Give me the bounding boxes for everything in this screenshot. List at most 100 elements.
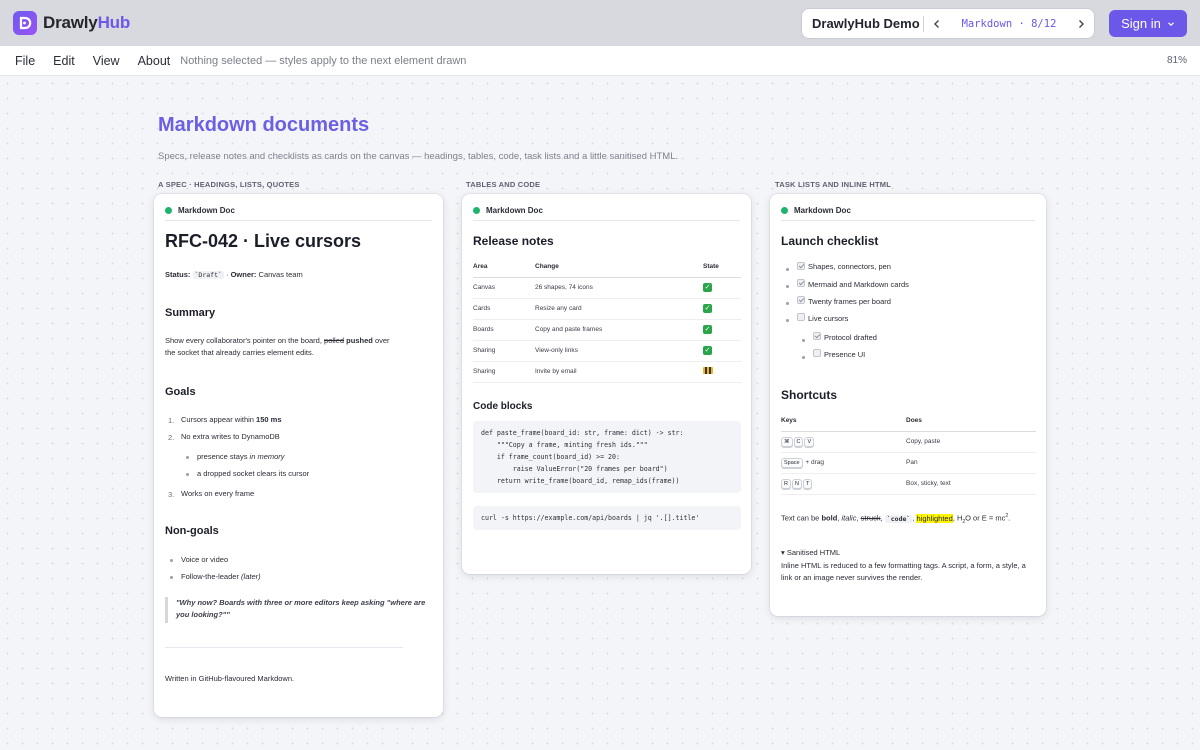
cell-area: Boards <box>473 319 535 341</box>
bullet-icon <box>186 456 189 459</box>
column-header: Area <box>473 257 535 278</box>
shortcuts-heading: Shortcuts <box>781 388 838 402</box>
bullet-icon <box>786 268 789 271</box>
cell-keys: ⌘ C V <box>781 431 906 453</box>
key-cap: V <box>804 436 815 447</box>
page-subtitle: Specs, release notes and checklists as c… <box>158 151 679 162</box>
details-summary[interactable]: ▾ Sanitised HTML <box>781 547 840 559</box>
bullet-icon <box>786 319 789 322</box>
prev-demo-button[interactable] <box>924 11 950 37</box>
goal-item-3: Works on every frame <box>181 489 255 498</box>
markdown-card-release[interactable]: Markdown Doc Release notes Area Change S… <box>462 194 751 574</box>
subtask-checkbox[interactable] <box>813 349 821 357</box>
nongoal-item-1: Voice or video <box>181 555 229 564</box>
cell-area: Canvas <box>473 277 535 299</box>
task-checkbox[interactable] <box>797 262 805 270</box>
cell-state <box>703 361 741 383</box>
code-heading: Code blocks <box>473 401 533 412</box>
details-body: Inline HTML is reduced to a few formatti… <box>781 561 1026 582</box>
status-dot-icon <box>165 207 172 214</box>
list-number: 3. <box>168 490 175 499</box>
goal-subitem-2: a dropped socket clears its cursor <box>197 469 310 478</box>
doc-title: RFC-042 · Live cursors <box>165 231 362 251</box>
table-row: ⌘ C V Copy, paste <box>781 431 1036 453</box>
summary-heading: Summary <box>165 307 216 319</box>
blockquote: "Why now? Boards with three or more edit… <box>176 598 426 619</box>
card-header: Markdown Doc <box>473 201 740 221</box>
card-header: Markdown Doc <box>165 201 432 221</box>
task-checkbox[interactable] <box>797 313 805 321</box>
cell-change: Invite by email <box>535 361 703 383</box>
check-icon: ✓ <box>703 304 712 313</box>
key-cap: ⌘ <box>781 436 793 447</box>
disclosure-triangle-icon: ▾ <box>781 548 785 557</box>
cell-state: ✓ <box>703 340 741 362</box>
key-suffix: + drag <box>805 458 825 466</box>
cell-change: Resize any card <box>535 298 703 320</box>
check-icon: ✓ <box>703 346 712 355</box>
nongoal-item-2: Follow-the-leader (later) <box>181 572 261 581</box>
cell-does: Copy, paste <box>906 431 1036 453</box>
bullet-icon <box>786 302 789 305</box>
card-label: Markdown Doc <box>486 206 543 215</box>
menu-about[interactable]: About <box>138 54 171 68</box>
key-cap: N <box>791 478 802 489</box>
zoom-level[interactable]: 81% <box>1167 55 1187 66</box>
task-checkbox[interactable] <box>797 279 805 287</box>
checklist-title: Launch checklist <box>781 234 879 248</box>
cell-area: Cards <box>473 298 535 320</box>
doc-footer: Written in GitHub-flavoured Markdown. <box>165 674 295 683</box>
cell-does: Pan <box>906 452 1036 474</box>
task-checkbox[interactable] <box>797 296 805 304</box>
code-block-python: def paste_frame(board_id: str, frame: di… <box>473 421 741 493</box>
release-title: Release notes <box>473 234 554 248</box>
bullet-icon <box>186 473 189 476</box>
bullet-icon <box>802 339 805 342</box>
nongoals-heading: Non-goals <box>165 525 219 537</box>
goal-item-2: No extra writes to DynamoDB <box>181 432 280 441</box>
markdown-card-checklist[interactable]: Markdown Doc Launch checklist Shapes, co… <box>770 194 1046 616</box>
menu-view[interactable]: View <box>93 54 120 68</box>
inline-formatting-demo: Text can be bold, italic, struck, `code`… <box>781 513 1011 525</box>
goal-item-1: Cursors appear within 150 ms <box>181 415 282 424</box>
table-row: Sharing View-only links ✓ <box>473 340 741 362</box>
demo-pager: DrawlyHub Demo Markdown · 8/12 <box>801 8 1095 39</box>
release-table: Area Change State Canvas 26 shapes, 74 i… <box>473 257 741 383</box>
menu-edit[interactable]: Edit <box>53 54 75 68</box>
construction-icon <box>703 367 713 374</box>
task-label: Mermaid and Markdown cards <box>808 280 909 289</box>
cell-change: 26 shapes, 74 icons <box>535 277 703 299</box>
brand-logo[interactable]: DrawlyHub <box>13 11 130 35</box>
key-cap: R <box>781 478 791 489</box>
menu-file[interactable]: File <box>15 54 35 68</box>
cell-state: ✓ <box>703 298 741 320</box>
status-dot-icon <box>781 207 788 214</box>
table-row: Boards Copy and paste frames ✓ <box>473 319 741 341</box>
logo-mark-icon <box>13 11 37 35</box>
subtask-checkbox[interactable] <box>813 332 821 340</box>
check-icon: ✓ <box>703 283 712 292</box>
subtask-label: Presence UI <box>824 350 866 359</box>
key-cap: C <box>793 436 804 447</box>
table-header-row: Keys Does <box>781 411 1036 432</box>
sign-in-button[interactable]: Sign in <box>1109 10 1187 37</box>
list-number: 1. <box>168 416 175 425</box>
status-dot-icon <box>473 207 480 214</box>
pager-label: Markdown · 8/12 <box>961 17 1057 30</box>
sign-in-label: Sign in <box>1121 16 1161 31</box>
table-row: Canvas 26 shapes, 74 icons ✓ <box>473 277 741 299</box>
subtask-label: Protocol drafted <box>824 333 877 342</box>
menu-bar: File Edit View About Nothing selected — … <box>0 46 1200 76</box>
shortcuts-table: Keys Does ⌘ C V Copy, paste Space + drag P… <box>781 411 1036 495</box>
next-demo-button[interactable] <box>1068 11 1094 37</box>
bullet-icon <box>802 356 805 359</box>
markdown-card-spec[interactable]: Markdown Doc RFC-042 · Live cursors Stat… <box>154 194 443 717</box>
cell-change: Copy and paste frames <box>535 319 703 341</box>
bullet-icon <box>786 285 789 288</box>
table-row: RNT Box, sticky, text <box>781 473 1036 495</box>
card-label: Markdown Doc <box>178 206 235 215</box>
check-icon: ✓ <box>703 325 712 334</box>
goal-subitem-1: presence stays in memory <box>197 452 285 461</box>
table-row: Space + drag Pan <box>781 452 1036 474</box>
brand-name: DrawlyHub <box>43 13 131 32</box>
